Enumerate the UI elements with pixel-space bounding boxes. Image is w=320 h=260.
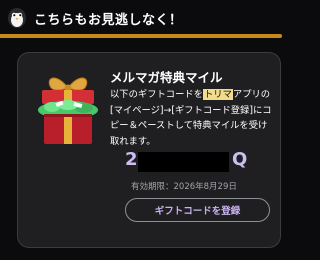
gift-code-end: Q [232,149,248,170]
register-gift-code-button[interactable]: ギフトコードを登録 [125,198,270,222]
gift-card: メルマガ特典マイル 以下のギフトコードをトリマアプリの[マイページ]→[ギフトコ… [17,52,281,248]
expiry-date: 有効期限：2026年8月29日 [131,182,237,192]
penguin-icon [8,8,26,28]
card-title: メルマガ特典マイル [110,70,223,85]
gift-code-mask [138,152,229,172]
card-description: 以下のギフトコードをトリマアプリの[マイページ]→[ギフトコード登録]にコピー＆… [110,87,276,149]
section-header: こちらもお見逃しなく！ [0,0,300,34]
accent-bar [0,34,282,38]
highlighted-app-name: トリマ [202,89,233,100]
description-text-1: 以下のギフトコードを [110,89,203,100]
gift-code-start: 2 [125,149,138,170]
gift-box-icon [38,77,98,144]
gift-code[interactable]: 2 Q [118,149,288,173]
section-title: こちらもお見逃しなく！ [34,13,183,28]
